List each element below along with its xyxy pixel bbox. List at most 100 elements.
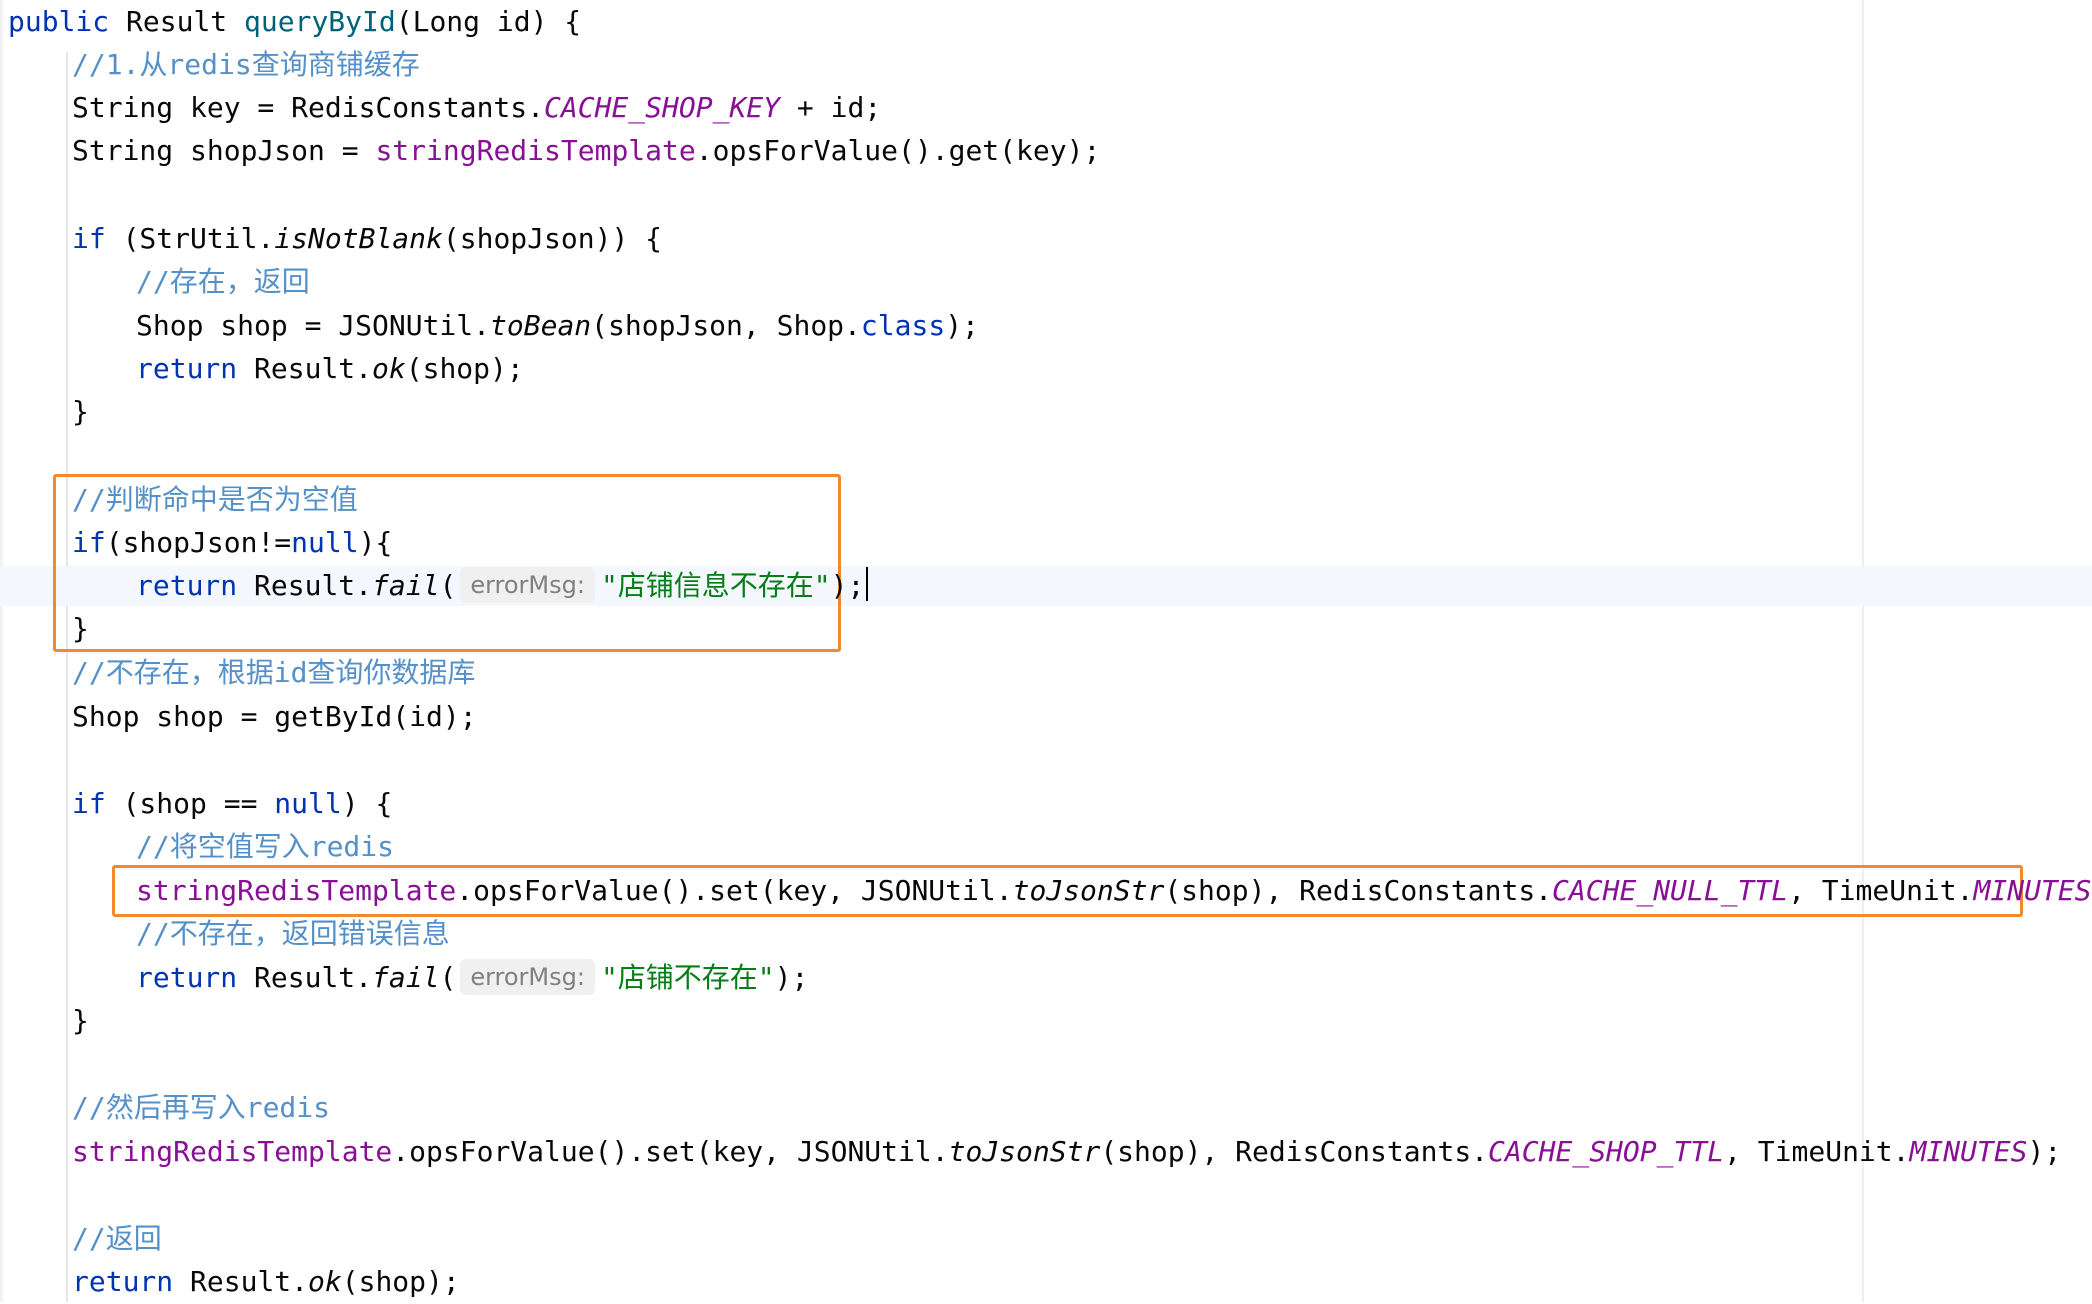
- code-line-11[interactable]: if(shopJson!=null){: [72, 521, 392, 565]
- editor-left-edge: [0, 0, 3, 1302]
- keyword-token: if: [72, 526, 106, 559]
- code-token: Shop shop = getById(id);: [72, 700, 477, 733]
- code-line-23[interactable]: stringRedisTemplate.opsForValue().set(ke…: [72, 1130, 2061, 1174]
- code-token: }: [72, 612, 89, 645]
- code-line-1[interactable]: public Result queryById(Long id) {: [8, 0, 581, 44]
- indent-guide: [66, 258, 68, 396]
- code-comment-line[interactable]: //判断命中是否为空值: [72, 478, 358, 522]
- constant-token: CACHE_SHOP_KEY: [544, 91, 780, 124]
- keyword-token: null: [274, 787, 341, 820]
- code-token: (shop), RedisConstants.: [1164, 874, 1552, 907]
- code-comment-line[interactable]: //将空值写入redis: [136, 825, 394, 869]
- code-token: }: [72, 1004, 89, 1037]
- code-token: (shopJson, Shop.: [591, 309, 861, 342]
- code-token: }: [72, 395, 89, 428]
- field-token: stringRedisTemplate: [136, 874, 456, 907]
- code-token: Result: [109, 5, 244, 38]
- comment-text: //不存在，根据id查询你数据库: [72, 656, 475, 689]
- keyword-token: return: [136, 352, 237, 385]
- code-line-4[interactable]: String shopJson = stringRedisTemplate.op…: [72, 129, 1100, 173]
- comment-text: //1.从redis查询商铺缓存: [72, 48, 420, 81]
- code-line-3[interactable]: String key = RedisConstants.CACHE_SHOP_K…: [72, 86, 881, 130]
- code-line-16[interactable]: if (shop == null) {: [72, 782, 392, 826]
- code-token: Result.: [237, 961, 372, 994]
- code-token: (shop), RedisConstants.: [1100, 1135, 1488, 1168]
- code-comment-line[interactable]: //不存在，返回错误信息: [136, 912, 450, 956]
- code-line-15[interactable]: Shop shop = getById(id);: [72, 695, 477, 739]
- constant-token: CACHE_NULL_TTL: [1552, 874, 1788, 907]
- code-comment-line[interactable]: //1.从redis查询商铺缓存: [72, 43, 420, 87]
- code-token: .opsForValue().set(key, JSONUtil.: [392, 1135, 948, 1168]
- field-token: stringRedisTemplate: [375, 134, 695, 167]
- code-token: , TimeUnit.: [1724, 1135, 1909, 1168]
- code-token: Result.: [237, 352, 372, 385]
- keyword-token: return: [72, 1265, 173, 1298]
- field-token: stringRedisTemplate: [72, 1135, 392, 1168]
- code-token: (shopJson)) {: [443, 222, 662, 255]
- constant-token: MINUTES: [1910, 1135, 2028, 1168]
- keyword-token: null: [291, 526, 358, 559]
- code-line-21[interactable]: }: [72, 999, 89, 1043]
- code-token: (: [439, 961, 456, 994]
- code-token: ) {: [342, 787, 393, 820]
- code-comment-line[interactable]: //然后再写入redis: [72, 1086, 330, 1130]
- code-token: Shop shop = JSONUtil.: [136, 309, 490, 342]
- code-comment-line[interactable]: //存在，返回: [136, 260, 310, 304]
- constant-token: CACHE_SHOP_TTL: [1488, 1135, 1724, 1168]
- comment-text: //判断命中是否为空值: [72, 483, 358, 516]
- code-token: );: [775, 961, 809, 994]
- code-token: (shop);: [342, 1265, 460, 1298]
- code-token: );: [945, 309, 979, 342]
- code-token: + id;: [780, 91, 881, 124]
- code-line-7[interactable]: Shop shop = JSONUtil.toBean(shopJson, Sh…: [136, 304, 979, 348]
- code-line-13[interactable]: }: [72, 607, 89, 651]
- keyword-token: if: [72, 787, 106, 820]
- keyword-token: if: [72, 222, 106, 255]
- code-token: (shopJson!=: [106, 526, 291, 559]
- code-token: .opsForValue().get(key);: [696, 134, 1101, 167]
- comment-text: //然后再写入redis: [72, 1091, 330, 1124]
- code-token: .opsForValue().set(key, JSONUtil.: [456, 874, 1012, 907]
- code-token: (StrUtil.: [106, 222, 275, 255]
- method-name: queryById: [244, 5, 396, 38]
- parameter-hint: errorMsg:: [460, 959, 595, 995]
- code-editor[interactable]: public Result queryById(Long id) { //1.从…: [0, 0, 2092, 1302]
- code-line-8[interactable]: return Result.ok(shop);: [136, 347, 524, 391]
- comment-text: //存在，返回: [136, 265, 310, 298]
- code-line-12[interactable]: return Result.fail(errorMsg:"店铺信息不存在");: [136, 564, 868, 608]
- string-literal: "店铺不存在": [601, 961, 775, 994]
- static-method-token: ok: [372, 352, 406, 385]
- code-line-5[interactable]: if (StrUtil.isNotBlank(shopJson)) {: [72, 217, 662, 261]
- constant-token: MINUTES: [1974, 874, 2092, 907]
- code-token: (Long id) {: [396, 5, 581, 38]
- code-line-18[interactable]: stringRedisTemplate.opsForValue().set(ke…: [136, 869, 2092, 913]
- comment-text: //不存在，返回错误信息: [136, 917, 450, 950]
- comment-text: //返回: [72, 1222, 162, 1255]
- code-token: public: [8, 5, 109, 38]
- static-method-token: toBean: [490, 309, 591, 342]
- code-line-25[interactable]: return Result.ok(shop);: [72, 1260, 460, 1304]
- code-line-20[interactable]: return Result.fail(errorMsg:"店铺不存在");: [136, 956, 808, 1000]
- code-token: (: [439, 569, 456, 602]
- static-method-token: toJsonStr: [949, 1135, 1101, 1168]
- code-token: ){: [359, 526, 393, 559]
- code-token: );: [831, 569, 865, 602]
- code-comment-line[interactable]: //返回: [72, 1217, 162, 1261]
- static-method-token: fail: [372, 961, 439, 994]
- code-comment-line[interactable]: //不存在，根据id查询你数据库: [72, 651, 475, 695]
- keyword-token: return: [136, 569, 237, 602]
- code-line-9[interactable]: }: [72, 390, 89, 434]
- code-token: String shopJson =: [72, 134, 375, 167]
- string-literal: "店铺信息不存在": [601, 569, 831, 602]
- static-method-token: fail: [372, 569, 439, 602]
- keyword-token: return: [136, 961, 237, 994]
- text-caret: [866, 567, 868, 601]
- right-margin-guide: [1862, 0, 1864, 1302]
- code-token: Result.: [237, 569, 372, 602]
- code-token: (shop);: [406, 352, 524, 385]
- static-method-token: isNotBlank: [274, 222, 443, 255]
- parameter-hint: errorMsg:: [460, 567, 595, 603]
- comment-text: //将空值写入redis: [136, 830, 394, 863]
- code-token: Result.: [173, 1265, 308, 1298]
- indent-guide: [66, 827, 68, 997]
